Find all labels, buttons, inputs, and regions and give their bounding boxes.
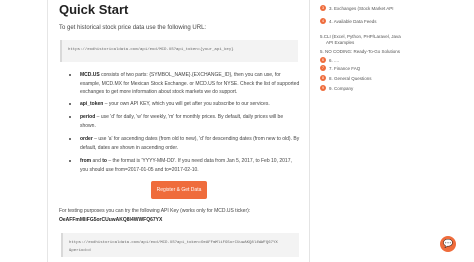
- sidebar-item-label: 8. General Questions: [329, 76, 372, 81]
- sidebar-item-label: 3. Exchanges (Stock Market API: [329, 6, 394, 11]
- term-desc: consists of two parts: {SYMBOL_NAME}.{EX…: [80, 72, 300, 95]
- term: period: [80, 114, 96, 120]
- term-join: and: [91, 158, 103, 164]
- page: Quick Start To get historical stock pric…: [0, 0, 474, 262]
- sidebar-item-api-examples[interactable]: API Examples: [326, 40, 354, 45]
- sidebar-item-label: 9. Company: [329, 86, 354, 91]
- code-block-example: https://eodhistoricaldata.com/api/eod/MC…: [61, 233, 299, 257]
- term-desc: – the format is 'YYYY-MM-DD'. If you nee…: [80, 158, 292, 173]
- code-example-line: https://eodhistoricaldata.com/api/eod/MC…: [69, 241, 278, 245]
- register-button[interactable]: Register & Get Data: [151, 181, 207, 199]
- sidebar-item-no-coding[interactable]: 5. NO CODING: Ready-To-Go Solutions: [320, 49, 400, 54]
- page-title: Quick Start: [59, 2, 129, 17]
- number-badge: 9: [320, 85, 326, 91]
- bullet-dot: [69, 138, 71, 140]
- number-badge: 6: [320, 57, 326, 63]
- sidebar-item-finance-faq[interactable]: 7 7. Finance FAQ: [320, 65, 470, 74]
- code-url: https://eodhistoricaldata.com/api/eod/MC…: [68, 48, 234, 52]
- left-gutter: [0, 0, 48, 262]
- term: MCD.US: [80, 72, 100, 78]
- bullet-dot: [69, 160, 71, 162]
- sidebar-item-general-questions[interactable]: 8 8. General Questions: [320, 75, 470, 84]
- number-badge: 4: [320, 18, 326, 24]
- demo-api-key: OeAFFmMliFG5orCUuwAKQ8l4WWFQ67YX: [59, 217, 163, 223]
- term: order: [80, 136, 93, 142]
- term: api_token: [80, 101, 104, 107]
- sidebar-item-label: 6. ....: [329, 58, 340, 63]
- term-desc: – use 'a' for ascending dates (from old …: [80, 136, 300, 151]
- bullet-dot: [69, 74, 71, 76]
- bullet-dot: [69, 103, 71, 105]
- term-desc: – your own API KEY, which you will get a…: [103, 101, 270, 107]
- testing-note: For testing purposes you can try the fol…: [59, 208, 251, 214]
- code-block-url: https://eodhistoricaldata.com/api/eod/MC…: [60, 40, 298, 62]
- intro-text: To get historical stock price data use t…: [59, 25, 207, 31]
- sidebar-item-label: 4. Available Data Feeds: [329, 19, 377, 24]
- chat-button[interactable]: 💬: [440, 236, 456, 252]
- sidebar-item-cli[interactable]: 5.CLI (Excel, Python, PHP/Laravel, Java: [320, 34, 401, 39]
- bullet-dot: [69, 116, 71, 118]
- column-divider: [309, 0, 310, 262]
- code-example-line: &period=d: [69, 249, 91, 253]
- sidebar-item-data-feeds[interactable]: 4 4. Available Data Feeds: [320, 18, 470, 27]
- number-badge: 7: [320, 65, 326, 71]
- sidebar-item-exchanges[interactable]: 3 3. Exchanges (Stock Market API: [320, 5, 470, 14]
- chat-icon: 💬: [443, 239, 453, 248]
- number-badge: 8: [320, 75, 326, 81]
- term: from: [80, 158, 92, 164]
- sidebar-item-company[interactable]: 9 9. Company: [320, 85, 470, 94]
- term-desc: – use 'd' for daily, 'w' for weekly, 'm'…: [80, 114, 284, 129]
- sidebar-item-label: 7. Finance FAQ: [329, 66, 361, 71]
- number-badge: 3: [320, 5, 326, 11]
